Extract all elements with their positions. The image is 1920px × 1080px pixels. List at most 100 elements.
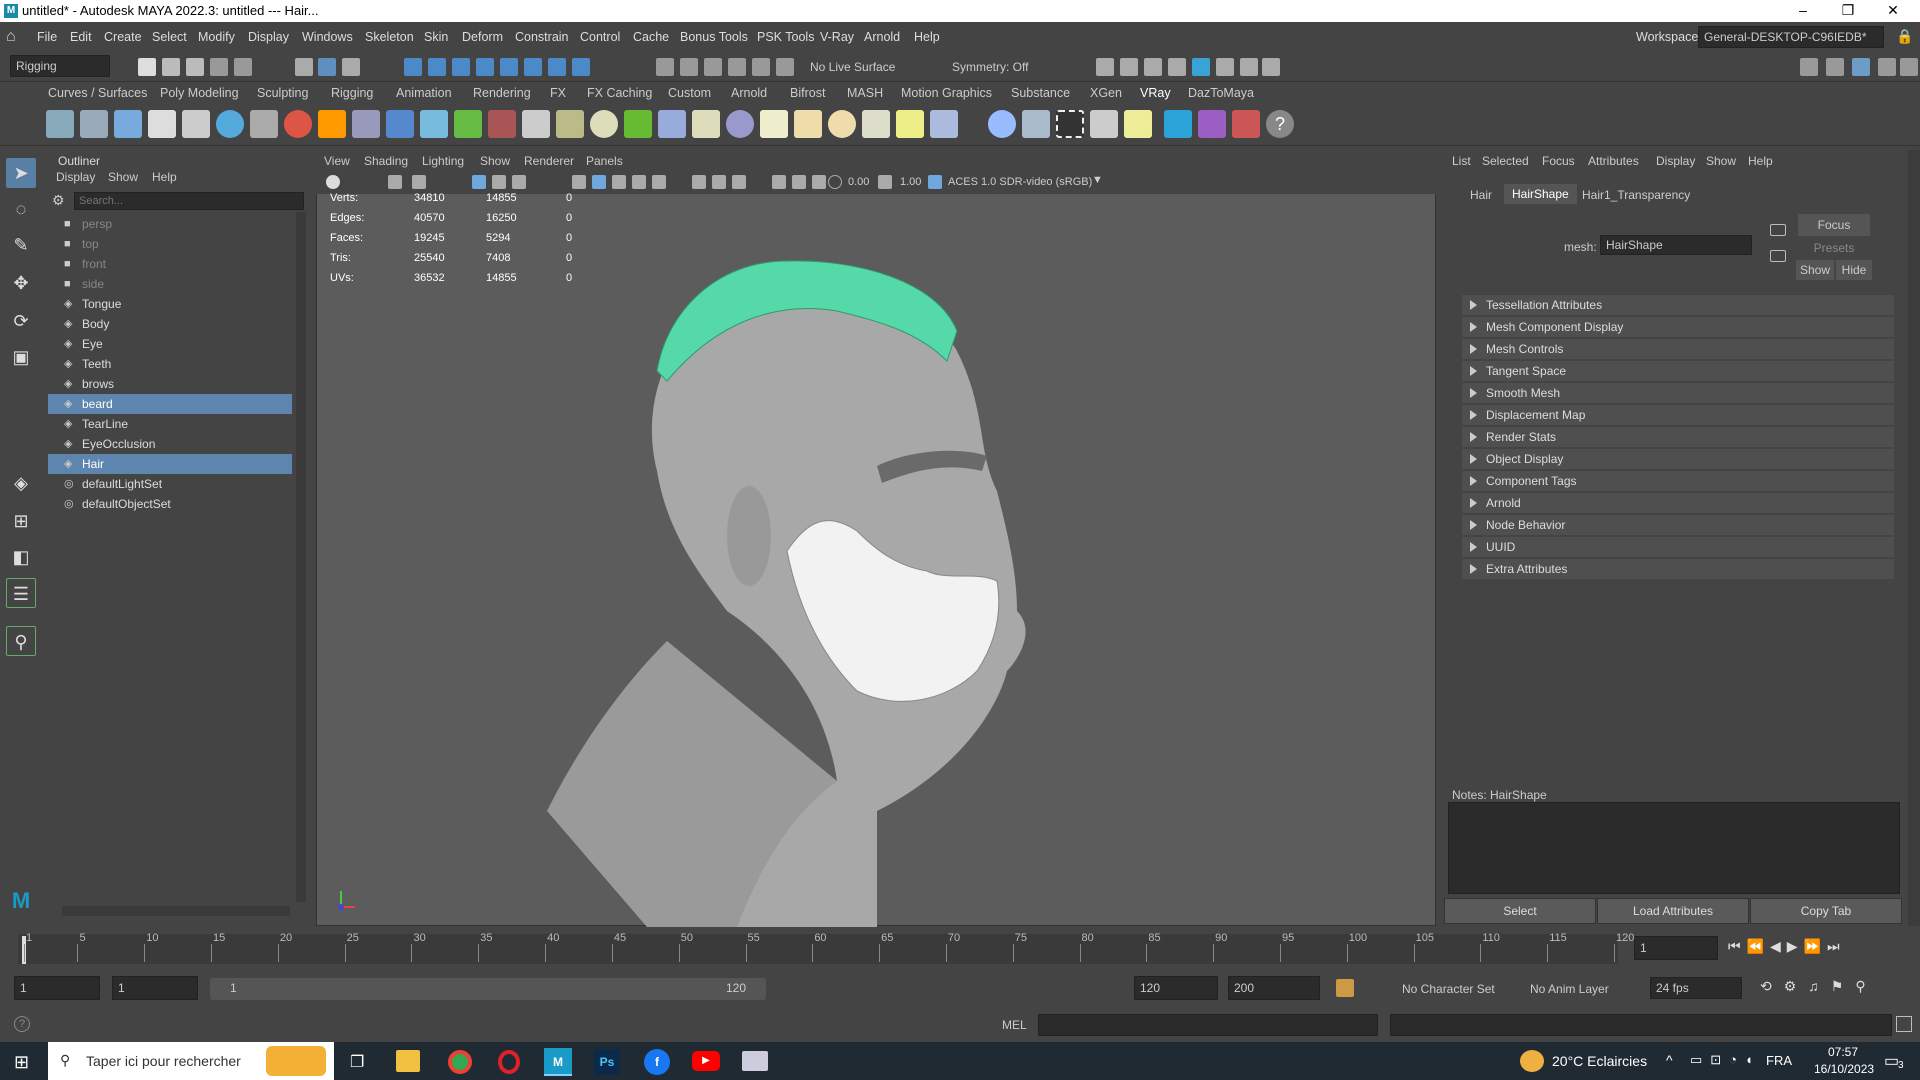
film-gate-icon[interactable] [492,175,506,189]
spot-light-icon[interactable] [794,110,822,138]
lasso-tool-icon[interactable]: ◌ [6,194,36,224]
help-line-icon[interactable]: ? [14,1016,30,1032]
textured-icon[interactable] [632,175,646,189]
tab-hairshape[interactable]: HairShape [1504,184,1577,204]
single-view-icon[interactable]: ◈ [6,468,36,498]
youtube-icon[interactable]: ▶ [692,1051,720,1071]
grass-icon[interactable] [624,110,652,138]
open-scene-icon[interactable] [162,58,180,76]
fire-icon[interactable] [318,110,346,138]
snap-curve-icon[interactable] [428,58,446,76]
outliner-item[interactable]: ◈ Tongue [48,294,292,314]
attribute-section[interactable]: Object Display [1462,449,1894,469]
task-view-icon[interactable]: ❐ [350,1052,364,1072]
menu-arnold[interactable]: Arnold [864,30,900,44]
point-light-icon[interactable] [828,110,856,138]
outliner-item[interactable]: ◈ Hair [48,454,292,474]
outliner-item[interactable]: ■ front [48,254,292,274]
outliner-item[interactable]: ◎ defaultObjectSet [48,494,292,514]
outliner-layout-icon[interactable]: ☰ [6,578,36,608]
globe-icon[interactable] [590,110,618,138]
filter-icon[interactable]: ⚙ [52,192,65,209]
frame-buffer-icon[interactable] [1090,110,1118,138]
outliner-scrollbar[interactable] [296,212,306,902]
xray-icon[interactable] [792,175,806,189]
menu-edit[interactable]: Edit [70,30,92,44]
photoshop-icon[interactable]: Ps [594,1049,620,1075]
shelf-tool-1-icon[interactable] [46,110,74,138]
resolution-gate-icon[interactable] [512,175,526,189]
attribute-section[interactable]: Tessellation Attributes [1462,295,1894,315]
hide-button[interactable]: Hide [1836,260,1872,280]
menu-psk-tools[interactable]: PSK Tools [757,30,814,44]
tab-rigging[interactable]: Rigging [331,86,373,100]
command-input[interactable] [1038,1014,1378,1036]
tab-sculpting[interactable]: Sculpting [257,86,308,100]
outliner-item[interactable]: ■ top [48,234,292,254]
notification-icon[interactable]: ▭ [1884,1051,1899,1071]
character-set-dropdown[interactable]: No Character Set [1402,982,1495,996]
go-to-output-icon[interactable] [1770,250,1786,262]
outliner-item[interactable]: ◈ Body [48,314,292,334]
playback-options-icons[interactable]: ⟲⚙♫⚑⚲ [1760,978,1878,995]
wireframe-on-shaded-icon[interactable] [612,175,626,189]
move-tool-icon[interactable]: ✥ [6,268,36,298]
aa-icon[interactable] [732,175,746,189]
menu-control[interactable]: Control [580,30,620,44]
ipr-icon[interactable] [704,58,722,76]
tab-rendering[interactable]: Rendering [473,86,531,100]
home-icon[interactable]: ⌂ [6,28,16,46]
rect-light-icon[interactable] [930,110,958,138]
half-sphere-icon[interactable] [522,110,550,138]
menu-skeleton[interactable]: Skeleton [365,30,414,44]
tab-arnold[interactable]: Arnold [731,86,767,100]
snap-live-icon[interactable] [500,58,518,76]
shelf-tool-5-icon[interactable] [182,110,210,138]
show-button[interactable]: Show [1796,260,1834,280]
select-hierarchy-icon[interactable] [295,58,313,76]
shelf-tool-2-icon[interactable] [80,110,108,138]
playback-end-field[interactable]: 120 [1134,976,1218,1000]
symmetry-label[interactable]: Symmetry: Off [952,60,1028,74]
redo-icon[interactable] [234,58,252,76]
outliner-item[interactable]: ■ persp [48,214,292,234]
attribute-section[interactable]: Arnold [1462,493,1894,513]
side-tabs-strip[interactable] [1908,150,1920,926]
notes-field[interactable] [1448,802,1900,894]
ipr-stop-icon[interactable] [1240,58,1258,76]
outliner-menu-display[interactable]: Display [56,170,95,184]
outliner-item[interactable]: ◈ beard [48,394,292,414]
tray-chevron-icon[interactable]: ^ [1666,1052,1673,1068]
cube-icon[interactable] [386,110,414,138]
tab-xgen[interactable]: XGen [1090,86,1122,100]
modeling-toolkit-icon[interactable] [1800,58,1818,76]
vp-menu-show[interactable]: Show [480,154,510,168]
snap-vertex-icon[interactable] [548,58,566,76]
load-attributes-button[interactable]: Load Attributes [1597,898,1749,924]
tab-daztomaya[interactable]: DazToMaya [1188,86,1254,100]
menu-file[interactable]: File [37,30,57,44]
outliner-menu-help[interactable]: Help [152,170,177,184]
tab-bifrost[interactable]: Bifrost [790,86,825,100]
ae-menu-display[interactable]: Display [1656,154,1695,168]
camera-icon[interactable] [250,110,278,138]
material-icon[interactable] [284,110,312,138]
select-button[interactable]: Select [1444,898,1596,924]
ae-menu-focus[interactable]: Focus [1542,154,1575,168]
colorspace-dropdown[interactable]: ACES 1.0 SDR-video (sRGB) [948,176,1092,188]
shelf-tool-4-icon[interactable] [148,110,176,138]
tab-substance[interactable]: Substance [1011,86,1070,100]
undo-icon[interactable] [210,58,228,76]
snap-point-icon[interactable] [452,58,470,76]
pause-icon[interactable] [1262,58,1280,76]
exposure-value[interactable]: 0.00 [848,176,869,188]
ae-menu-list[interactable]: List [1452,154,1471,168]
layers-icon[interactable] [1900,58,1918,76]
attribute-section[interactable]: Mesh Component Display [1462,317,1894,337]
tab-animation[interactable]: Animation [396,86,452,100]
plane-icon[interactable] [352,110,380,138]
chrome-icon[interactable] [448,1050,472,1074]
light-lister-icon[interactable] [1124,110,1152,138]
outliner-item[interactable]: ◈ Teeth [48,354,292,374]
ao-icon[interactable] [712,175,726,189]
